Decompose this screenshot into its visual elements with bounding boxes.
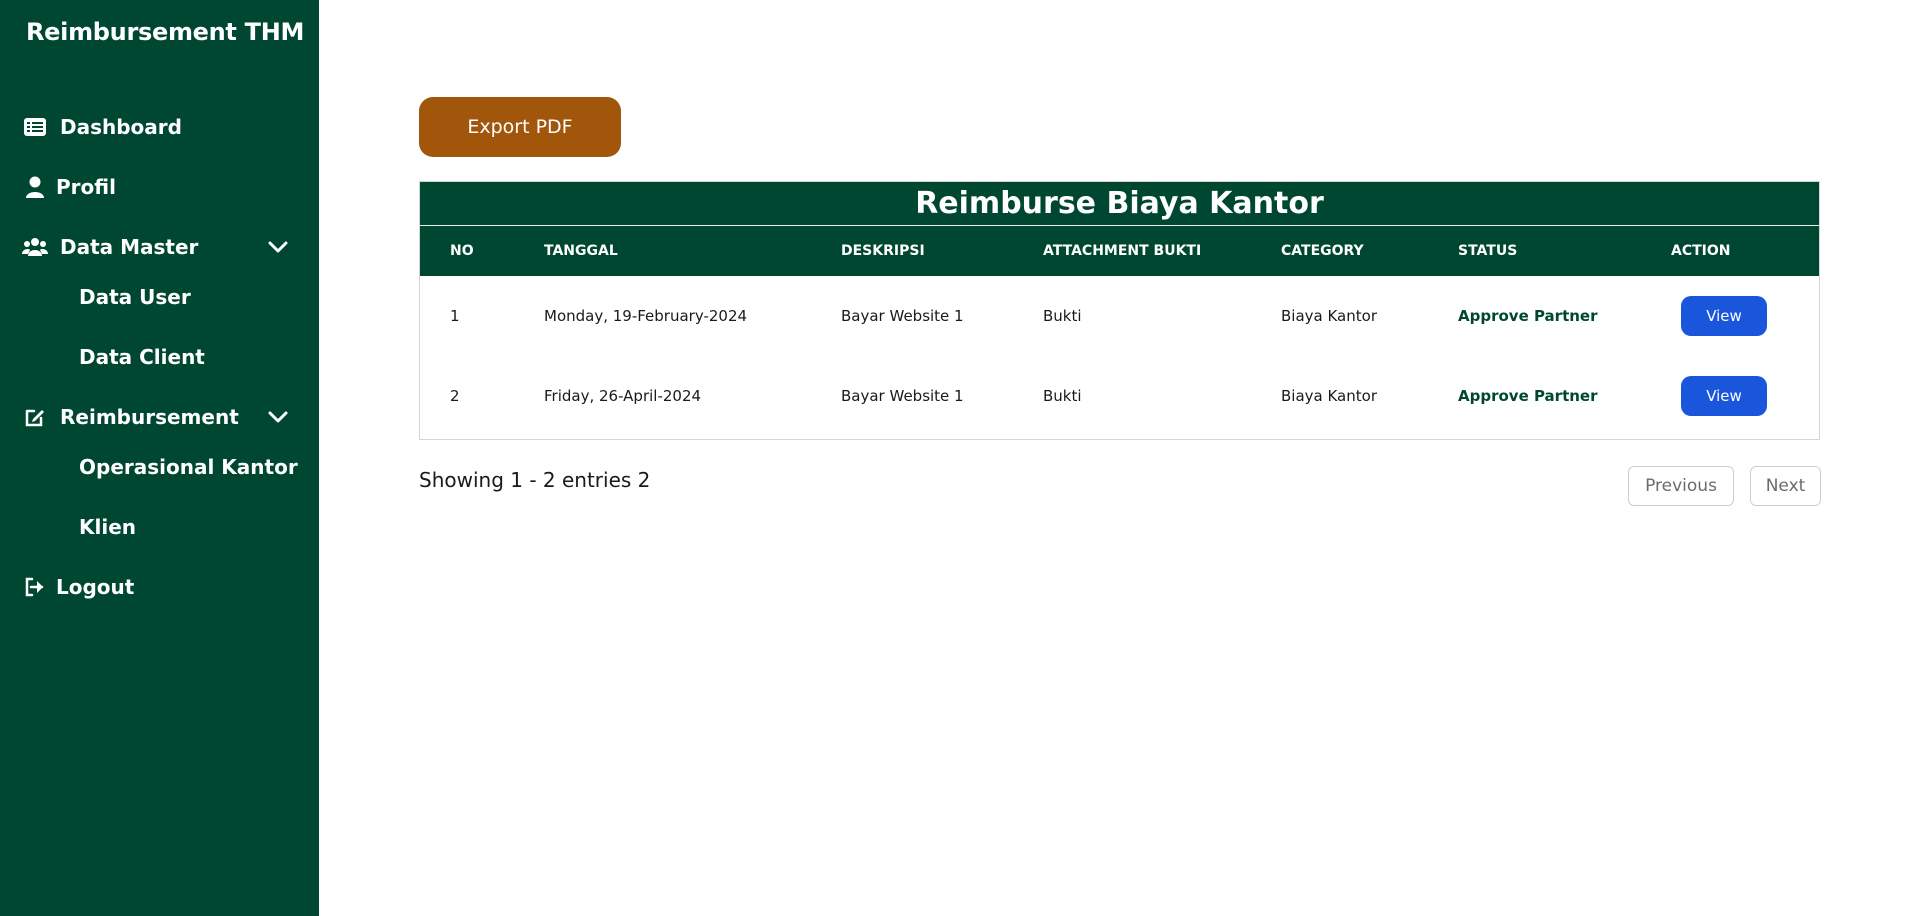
sidebar-item-data-master[interactable]: Data Master [22,234,288,260]
cell-deskripsi: Bayar Website 1 [841,387,964,405]
sidebar: Reimbursement THM Dashboard Profil Data … [0,0,319,916]
column-header-deskripsi: DESKRIPSI [841,243,925,259]
chevron-down-icon[interactable] [267,406,289,428]
cell-attachment: Bukti [1043,307,1082,325]
status-badge: Approve Partner [1458,387,1598,405]
list-icon [22,114,48,140]
sidebar-item-logout[interactable]: Logout [22,574,134,600]
users-icon [22,234,48,260]
status-badge: Approve Partner [1458,307,1598,325]
column-header-action: ACTION [1671,243,1731,259]
main-content: Export PDF Reimburse Biaya Kantor NO TAN… [319,0,1917,916]
cell-category: Biaya Kantor [1281,387,1377,405]
cell-no: 1 [450,307,460,325]
table-row: 2 Friday, 26-April-2024 Bayar Website 1 … [420,356,1819,436]
view-button[interactable]: View [1681,296,1767,336]
sidebar-item-dashboard[interactable]: Dashboard [22,114,182,140]
chevron-down-icon[interactable] [267,236,289,258]
sidebar-item-klien[interactable]: Klien [79,515,136,539]
column-header-attachment: ATTACHMENT BUKTI [1043,243,1202,259]
cell-tanggal: Monday, 19-February-2024 [544,307,748,325]
logout-icon [22,574,48,600]
sidebar-item-label: Reimbursement [60,405,239,429]
view-button[interactable]: View [1681,376,1767,416]
table-title: Reimburse Biaya Kantor [420,182,1819,226]
sidebar-item-profil[interactable]: Profil [22,174,116,200]
next-button[interactable]: Next [1750,466,1821,506]
cell-tanggal: Friday, 26-April-2024 [544,387,702,405]
table-header: NO TANGGAL DESKRIPSI ATTACHMENT BUKTI CA… [420,226,1819,276]
cell-deskripsi: Bayar Website 1 [841,307,964,325]
sidebar-item-reimbursement[interactable]: Reimbursement [22,404,288,430]
column-header-no: NO [450,243,474,259]
sidebar-item-label: Data Master [60,235,199,259]
app-brand: Reimbursement THM [26,18,305,46]
cell-no: 2 [450,387,460,405]
cell-category: Biaya Kantor [1281,307,1377,325]
entries-summary: Showing 1 - 2 entries 2 [419,468,651,492]
cell-attachment: Bukti [1043,387,1082,405]
previous-button[interactable]: Previous [1628,466,1734,506]
column-header-status: STATUS [1458,243,1518,259]
column-header-category: CATEGORY [1281,243,1364,259]
reimburse-table: Reimburse Biaya Kantor NO TANGGAL DESKRI… [419,181,1820,440]
sidebar-item-operasional-kantor[interactable]: Operasional Kantor [79,455,298,479]
user-icon [22,174,48,200]
sidebar-item-label: Profil [56,175,116,199]
sidebar-item-label: Dashboard [60,115,182,139]
export-pdf-button[interactable]: Export PDF [419,97,621,157]
sidebar-item-label: Logout [56,575,135,599]
column-header-tanggal: TANGGAL [544,243,618,259]
sidebar-item-data-client[interactable]: Data Client [79,345,205,369]
edit-icon [22,404,48,430]
table-row: 1 Monday, 19-February-2024 Bayar Website… [420,276,1819,356]
sidebar-item-data-user[interactable]: Data User [79,285,191,309]
